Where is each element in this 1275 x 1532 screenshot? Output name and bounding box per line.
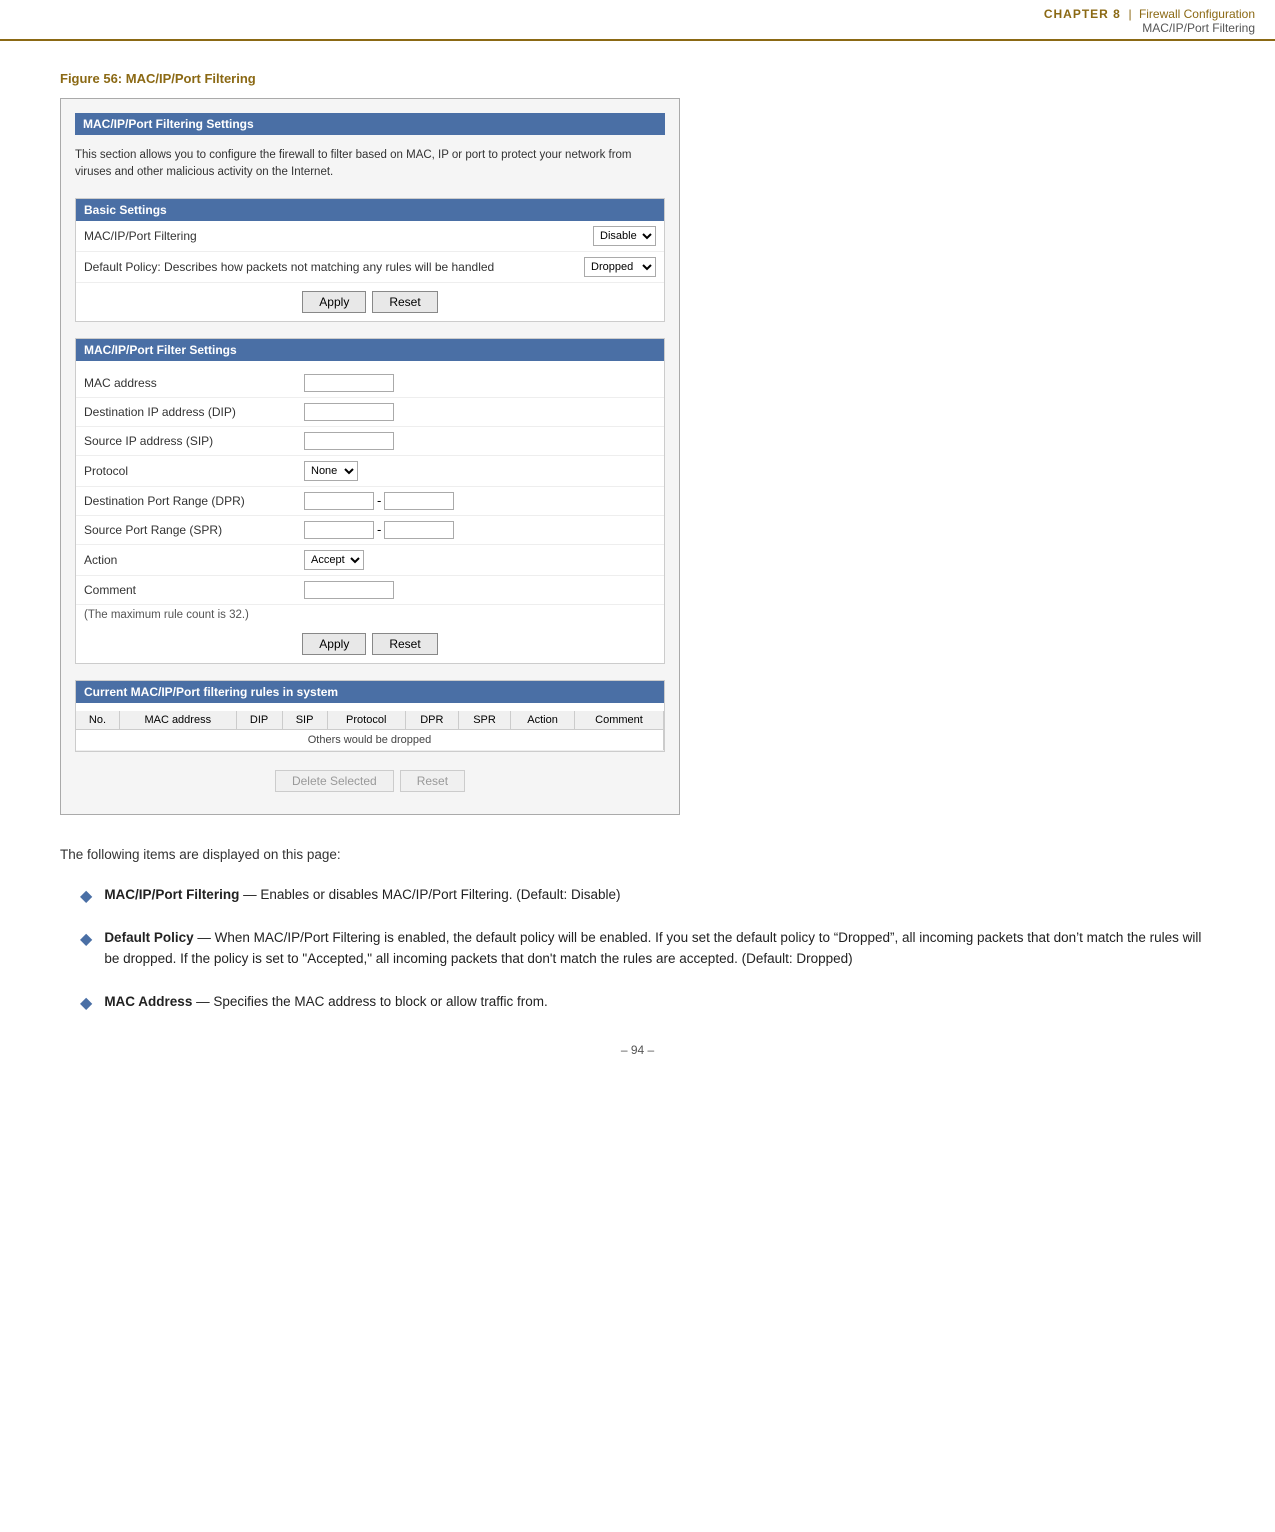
page-header: CHAPTER 8 | Firewall Configuration MAC/I… [0, 0, 1275, 41]
filter-apply-button[interactable]: Apply [302, 633, 366, 655]
body-intro: The following items are displayed on thi… [60, 845, 1215, 865]
current-rules-table: No. MAC address DIP SIP Protocol DPR SPR… [76, 711, 664, 751]
default-policy-select[interactable]: Dropped Accepted [584, 257, 656, 277]
page-number: – 94 – [60, 1043, 1215, 1077]
table-buttons: Delete Selected Reset [75, 762, 665, 800]
bullet-dash-1: — [243, 887, 260, 902]
basic-apply-button[interactable]: Apply [302, 291, 366, 313]
col-protocol: Protocol [327, 711, 405, 730]
header-section: Firewall Configuration [1139, 7, 1255, 21]
dpr-label: Destination Port Range (DPR) [84, 494, 304, 508]
col-comment: Comment [574, 711, 663, 730]
comment-label: Comment [84, 583, 304, 597]
mac-filtering-control[interactable]: Disable Enable [593, 226, 656, 246]
mac-address-row: MAC address [76, 369, 664, 398]
mac-filtering-label: MAC/IP/Port Filtering [84, 229, 593, 243]
bullet-term-1: MAC/IP/Port Filtering [104, 887, 239, 902]
action-select[interactable]: Accept Drop [304, 550, 364, 570]
others-row: Others would be dropped [76, 729, 664, 750]
sip-label: Source IP address (SIP) [84, 434, 304, 448]
page-content: Figure 56: MAC/IP/Port Filtering MAC/IP/… [0, 41, 1275, 1117]
protocol-label: Protocol [84, 464, 304, 478]
header-subsection: MAC/IP/Port Filtering [1044, 21, 1255, 35]
table-reset-button[interactable]: Reset [400, 770, 465, 792]
dpr-separator: - [377, 493, 381, 508]
col-dip: DIP [236, 711, 282, 730]
bullet-item-2: ◆ Default Policy — When MAC/IP/Port Filt… [80, 928, 1215, 970]
bullet-list: ◆ MAC/IP/Port Filtering — Enables or dis… [60, 885, 1215, 1013]
action-row: Action Accept Drop [76, 545, 664, 576]
col-action: Action [511, 711, 575, 730]
dip-row: Destination IP address (DIP) [76, 398, 664, 427]
protocol-row: Protocol None TCP UDP ICMP [76, 456, 664, 487]
comment-input[interactable] [304, 581, 394, 599]
bullet-content-2: Default Policy — When MAC/IP/Port Filter… [104, 928, 1215, 970]
current-rules-header: Current MAC/IP/Port filtering rules in s… [76, 681, 664, 703]
filter-settings-buttons: Apply Reset [76, 625, 664, 663]
action-label: Action [84, 553, 304, 567]
main-section-header: MAC/IP/Port Filtering Settings [75, 113, 665, 135]
others-text: Others would be dropped [76, 729, 664, 750]
bullet-diamond-1: ◆ [80, 886, 92, 906]
max-rule-note: (The maximum rule count is 32.) [76, 605, 664, 625]
bullet-term-2: Default Policy [104, 930, 193, 945]
sip-row: Source IP address (SIP) [76, 427, 664, 456]
comment-row: Comment [76, 576, 664, 605]
ui-panel: MAC/IP/Port Filtering Settings This sect… [60, 98, 680, 815]
bullet-content-3: MAC Address — Specifies the MAC address … [104, 992, 547, 1013]
mac-address-label: MAC address [84, 376, 304, 390]
col-no: No. [76, 711, 119, 730]
delete-selected-button[interactable]: Delete Selected [275, 770, 394, 792]
spr-row: Source Port Range (SPR) - [76, 516, 664, 545]
spr-end-input[interactable] [384, 521, 454, 539]
current-rules-section: Current MAC/IP/Port filtering rules in s… [75, 680, 665, 752]
spr-separator: - [377, 522, 381, 537]
bullet-item-1: ◆ MAC/IP/Port Filtering — Enables or dis… [80, 885, 1215, 906]
col-dpr: DPR [405, 711, 458, 730]
spr-label: Source Port Range (SPR) [84, 523, 304, 537]
bullet-text-2: When MAC/IP/Port Filtering is enabled, t… [104, 930, 1201, 966]
col-spr: SPR [458, 711, 510, 730]
basic-settings-buttons: Apply Reset [76, 283, 664, 321]
dip-label: Destination IP address (DIP) [84, 405, 304, 419]
bullet-text-3: Specifies the MAC address to block or al… [213, 994, 547, 1009]
basic-settings-header: Basic Settings [76, 199, 664, 221]
spr-start-input[interactable] [304, 521, 374, 539]
panel-description: This section allows you to configure the… [75, 143, 665, 186]
filter-reset-button[interactable]: Reset [372, 633, 437, 655]
dip-input[interactable] [304, 403, 394, 421]
bullet-dash-3: — [196, 994, 213, 1009]
bullet-content-1: MAC/IP/Port Filtering — Enables or disab… [104, 885, 620, 906]
figure-title: Figure 56: MAC/IP/Port Filtering [60, 71, 1215, 86]
mac-filtering-row: MAC/IP/Port Filtering Disable Enable [76, 221, 664, 252]
basic-settings-section: Basic Settings MAC/IP/Port Filtering Dis… [75, 198, 665, 322]
chapter-label: CHAPTER 8 [1044, 7, 1121, 21]
bullet-dash-2: — [197, 930, 214, 945]
mac-address-input[interactable] [304, 374, 394, 392]
sip-input[interactable] [304, 432, 394, 450]
default-policy-row: Default Policy: Describes how packets no… [76, 252, 664, 283]
dpr-start-input[interactable] [304, 492, 374, 510]
bullet-diamond-2: ◆ [80, 929, 92, 949]
filter-settings-header: MAC/IP/Port Filter Settings [76, 339, 664, 361]
bullet-item-3: ◆ MAC Address — Specifies the MAC addres… [80, 992, 1215, 1013]
header-separator: | [1128, 7, 1134, 21]
protocol-select[interactable]: None TCP UDP ICMP [304, 461, 358, 481]
dpr-control: - [304, 492, 454, 510]
basic-reset-button[interactable]: Reset [372, 291, 437, 313]
filter-settings-section: MAC/IP/Port Filter Settings MAC address … [75, 338, 665, 664]
dpr-end-input[interactable] [384, 492, 454, 510]
spr-control: - [304, 521, 454, 539]
bullet-diamond-3: ◆ [80, 993, 92, 1013]
mac-filtering-select[interactable]: Disable Enable [593, 226, 656, 246]
default-policy-label: Default Policy: Describes how packets no… [84, 260, 584, 274]
col-sip: SIP [282, 711, 327, 730]
default-policy-control[interactable]: Dropped Accepted [584, 257, 656, 277]
col-mac: MAC address [119, 711, 236, 730]
bullet-term-3: MAC Address [104, 994, 192, 1009]
dpr-row: Destination Port Range (DPR) - [76, 487, 664, 516]
bullet-text-1: Enables or disables MAC/IP/Port Filterin… [260, 887, 620, 902]
